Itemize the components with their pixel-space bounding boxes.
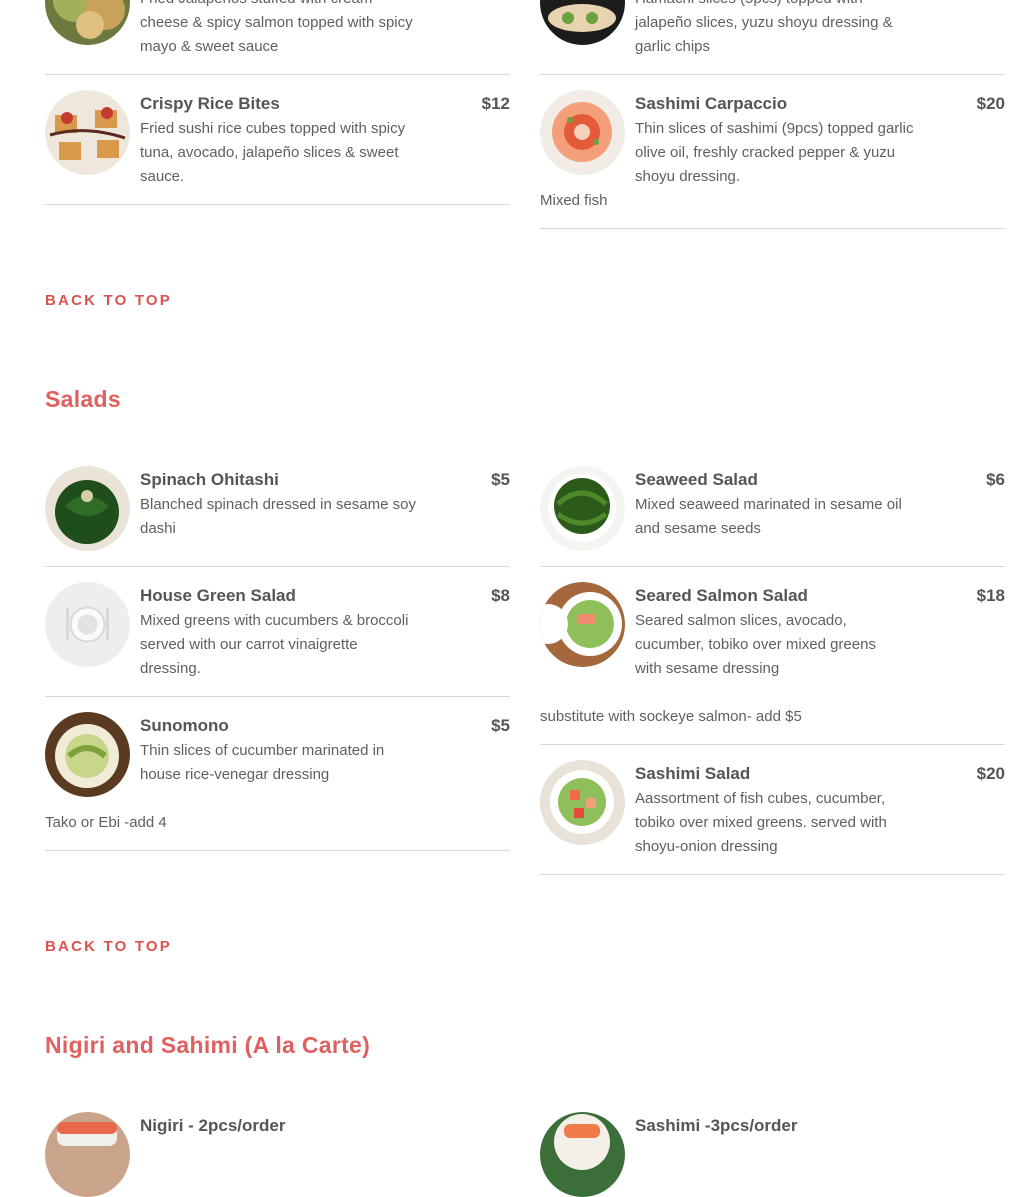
item-description: Thin slices of sashimi (9pcs) topped gar… xyxy=(635,120,914,185)
item-description: Fried sushi rice cubes topped with spicy… xyxy=(140,120,406,185)
divider xyxy=(45,74,510,75)
sashimi-salad-photo xyxy=(540,760,625,845)
item-note: Mixed fish xyxy=(540,192,608,209)
item-note: substitute with sockeye salmon- add $5 xyxy=(540,708,802,725)
sashimi-photo xyxy=(540,1112,625,1197)
item-description: Fried Jalapeños stuffed with cream chees… xyxy=(140,0,413,55)
item-description: Seared salmon slices, avocado, cucumber,… xyxy=(635,612,876,677)
item-name: Sunomono xyxy=(140,716,229,735)
item-description: Blanched spinach dressed in sesame soy d… xyxy=(140,496,416,537)
spinach-ohitashi-photo xyxy=(45,466,130,551)
item-price: $5 xyxy=(491,716,510,735)
item-description: Mixed greens with cucumbers & broccoli s… xyxy=(140,612,409,677)
item-price: $12 xyxy=(481,94,510,113)
item-price: $8 xyxy=(491,586,510,605)
item-price: $6 xyxy=(986,470,1005,489)
seared-salmon-salad-photo xyxy=(540,582,625,667)
item-name: Spinach Ohitashi xyxy=(140,470,279,489)
sunomono-photo xyxy=(45,712,130,797)
item-description: Thin slices of cucumber marinated in hou… xyxy=(140,742,385,783)
item-note: Tako or Ebi -add 4 xyxy=(45,814,167,831)
divider xyxy=(540,74,1005,75)
item-name: Crispy Rice Bites xyxy=(140,94,280,113)
item-name: Nigiri - 2pcs/order xyxy=(140,1116,286,1135)
divider xyxy=(45,566,510,567)
item-description: Aassortment of fish cubes, cucumber, tob… xyxy=(635,790,887,855)
item-name: Sashimi Salad xyxy=(635,764,751,783)
item-name: House Green Salad xyxy=(140,586,296,605)
sashimi-carpaccio-photo xyxy=(540,90,625,175)
divider xyxy=(540,874,1005,875)
item-price: $18 xyxy=(976,586,1005,605)
divider xyxy=(540,744,1005,745)
item-name: Seaweed Salad xyxy=(635,470,758,489)
hamachi-jalapeno-photo xyxy=(540,0,625,45)
divider xyxy=(540,566,1005,567)
section-title-salads: Salads xyxy=(45,386,121,412)
divider xyxy=(45,204,510,205)
item-price: $5 xyxy=(491,470,510,489)
jalapeno-bites-photo xyxy=(45,0,130,45)
seaweed-salad-photo xyxy=(540,466,625,551)
item-description: Hamachi slices (5pcs) topped with jalape… xyxy=(635,0,893,55)
back-to-top-link[interactable]: BACK TO TOP xyxy=(45,938,172,956)
item-name: Sashimi -3pcs/order xyxy=(635,1116,798,1135)
divider xyxy=(45,850,510,851)
item-price: $20 xyxy=(976,764,1005,783)
item-name: Sashimi Carpaccio xyxy=(635,94,788,113)
plate-placeholder-icon xyxy=(45,582,130,667)
back-to-top-link[interactable]: BACK TO TOP xyxy=(45,292,172,310)
item-description: Mixed seaweed marinated in sesame oil an… xyxy=(635,496,902,537)
section-title-nigiri: Nigiri and Sahimi (A la Carte) xyxy=(45,1032,371,1058)
divider xyxy=(540,228,1005,229)
nigiri-photo xyxy=(45,1112,130,1197)
item-price: $20 xyxy=(976,94,1005,113)
divider xyxy=(45,696,510,697)
item-name: Seared Salmon Salad xyxy=(635,586,808,605)
crispy-rice-bites-photo xyxy=(45,90,130,175)
